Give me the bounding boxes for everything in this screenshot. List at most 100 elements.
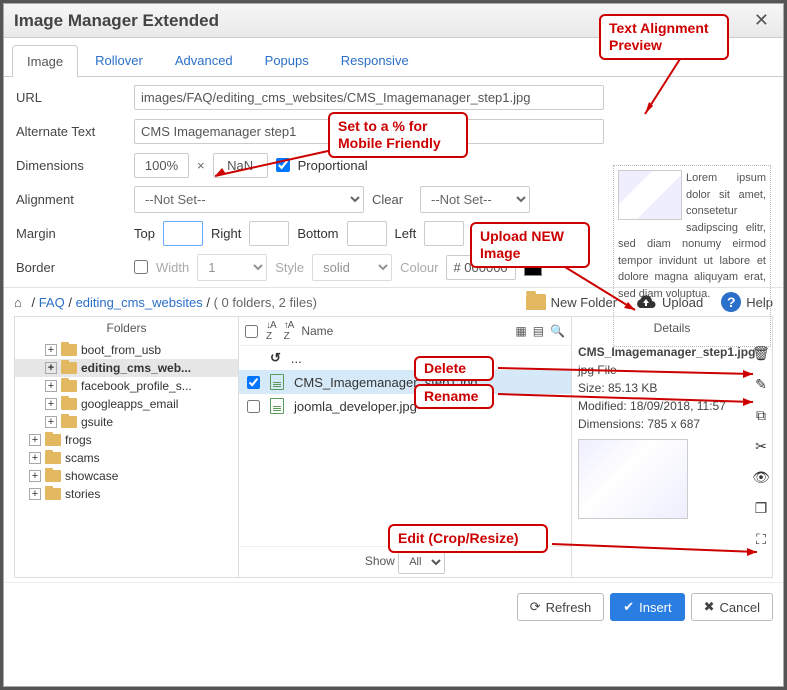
expander-icon[interactable]: + (29, 470, 41, 482)
file-row[interactable]: ↺... (239, 346, 571, 370)
name-column-header[interactable]: Name (301, 324, 333, 338)
sort-za-icon[interactable]: ↑AZ (284, 320, 294, 342)
margin-right-input[interactable] (249, 221, 289, 246)
alt-input[interactable] (134, 119, 604, 144)
dialog-footer: ⟳Refresh ✔Insert ✖Cancel (4, 582, 783, 631)
expander-icon[interactable]: + (45, 344, 57, 356)
grid-view-icon[interactable]: ▦ (515, 324, 526, 338)
refresh-icon: ⟳ (530, 599, 541, 615)
folder-icon (61, 344, 77, 356)
detail-dimensions: Dimensions: 785 x 687 (578, 415, 766, 433)
margin-top-input[interactable] (163, 221, 203, 246)
proportional-label: Proportional (298, 158, 368, 173)
border-width-select[interactable]: 1 (197, 254, 267, 281)
up-icon: ↺ (270, 350, 281, 366)
breadcrumb-status: ( 0 folders, 2 files) (214, 295, 317, 310)
file-row[interactable]: joomla_developer.jpg (239, 394, 571, 418)
image-file-icon (270, 398, 284, 414)
detail-modified: Modified: 18/09/2018, 11:57 (578, 397, 766, 415)
view-icon[interactable]: 👁 (752, 467, 770, 488)
crop-icon[interactable]: ⛶ (756, 529, 766, 550)
sort-az-icon[interactable]: ↓AZ (266, 320, 276, 342)
dialog-title: Image Manager Extended (14, 11, 219, 31)
files-column: ↓AZ ↑AZ Name ▦ ▤ 🔍 ↺... CMS_Imagemanager_… (239, 317, 572, 577)
border-style-select[interactable]: solid (312, 254, 392, 281)
detail-size: Size: 85.13 KB (578, 379, 766, 397)
folder-stories[interactable]: +stories (15, 485, 238, 503)
border-width-label: Width (156, 260, 189, 275)
folders-column: Folders +boot_from_usb+editing_cms_web..… (15, 317, 239, 577)
colour-swatch[interactable] (524, 258, 542, 276)
show-select[interactable]: All (398, 550, 445, 574)
expander-icon[interactable]: + (45, 398, 57, 410)
file-checkbox[interactable] (247, 376, 260, 389)
file-manager: Folders +boot_from_usb+editing_cms_web..… (14, 316, 773, 578)
alignment-select[interactable]: --Not Set-- (134, 186, 364, 213)
close-icon[interactable]: ✕ (750, 10, 773, 31)
duplicate-icon[interactable]: ❐ (755, 498, 768, 519)
folder-gsuite[interactable]: +gsuite (15, 413, 238, 431)
breadcrumb-faq[interactable]: FAQ (39, 295, 65, 310)
tab-image[interactable]: Image (12, 45, 78, 77)
show-row: Show All (239, 546, 571, 577)
dimension-lock-icon[interactable]: × (197, 158, 205, 173)
url-input[interactable] (134, 85, 604, 110)
list-view-icon[interactable]: ▤ (533, 324, 544, 338)
cut-icon[interactable]: ✂ (755, 436, 767, 457)
delete-icon[interactable]: 🗑 (752, 343, 770, 364)
folder-frogs[interactable]: +frogs (15, 431, 238, 449)
folder-icon (526, 294, 546, 310)
tab-responsive[interactable]: Responsive (326, 44, 424, 76)
tab-rollover[interactable]: Rollover (80, 44, 158, 76)
select-all-checkbox[interactable] (245, 325, 258, 338)
border-colour-input[interactable] (446, 255, 516, 280)
height-input[interactable] (213, 153, 268, 178)
home-icon[interactable]: ⌂ (14, 295, 22, 310)
tab-advanced[interactable]: Advanced (160, 44, 248, 76)
folder-scams[interactable]: +scams (15, 449, 238, 467)
folder-boot_from_usb[interactable]: +boot_from_usb (15, 341, 238, 359)
file-list[interactable]: ↺... CMS_Imagemanager_step1.jpg joomla_dev… (239, 346, 571, 546)
folder-icon (45, 488, 61, 500)
file-name: CMS_Imagemanager_step1.jpg (294, 375, 478, 390)
url-label: URL (16, 90, 126, 105)
folder-facebook_profile_s-[interactable]: +facebook_profile_s... (15, 377, 238, 395)
file-name: joomla_developer.jpg (294, 399, 417, 414)
folder-editing_cms_web-[interactable]: +editing_cms_web... (15, 359, 238, 377)
expander-icon[interactable]: + (45, 362, 57, 374)
expander-icon[interactable]: + (45, 380, 57, 392)
folder-tree[interactable]: +boot_from_usb+editing_cms_web...+facebo… (15, 339, 238, 577)
folder-icon (45, 470, 61, 482)
border-checkbox[interactable] (134, 260, 148, 274)
margin-left-input[interactable] (424, 221, 464, 246)
files-header: ↓AZ ↑AZ Name ▦ ▤ 🔍 (239, 317, 571, 346)
folder-icon (45, 434, 61, 446)
file-name: ... (291, 351, 302, 366)
width-input[interactable] (134, 153, 189, 178)
margin-bottom-label: Bottom (297, 226, 338, 241)
cancel-button[interactable]: ✖Cancel (691, 593, 773, 621)
new-folder-button[interactable]: New Folder (526, 294, 617, 310)
expander-icon[interactable]: + (29, 488, 41, 500)
expander-icon[interactable]: + (29, 452, 41, 464)
breadcrumb-editing[interactable]: editing_cms_websites (76, 295, 203, 310)
upload-cloud-icon (635, 294, 657, 310)
alignment-label: Alignment (16, 192, 126, 207)
clear-select[interactable]: --Not Set-- (420, 186, 530, 213)
proportional-checkbox[interactable] (276, 158, 290, 172)
copy-icon[interactable]: ⧉ (756, 405, 766, 426)
folder-googleapps_email[interactable]: +googleapps_email (15, 395, 238, 413)
folder-showcase[interactable]: +showcase (15, 467, 238, 485)
image-file-icon (270, 374, 284, 390)
rename-icon[interactable]: ✎ (755, 374, 767, 395)
detail-filename: CMS_Imagemanager_step1.jpg (578, 343, 766, 361)
refresh-button[interactable]: ⟳Refresh (517, 593, 604, 621)
insert-button[interactable]: ✔Insert (610, 593, 684, 621)
file-row[interactable]: CMS_Imagemanager_step1.jpg (239, 370, 571, 394)
expander-icon[interactable]: + (45, 416, 57, 428)
tab-popups[interactable]: Popups (250, 44, 324, 76)
expander-icon[interactable]: + (29, 434, 41, 446)
file-checkbox[interactable] (247, 400, 260, 413)
margin-bottom-input[interactable] (347, 221, 387, 246)
search-icon[interactable]: 🔍 (550, 324, 565, 338)
